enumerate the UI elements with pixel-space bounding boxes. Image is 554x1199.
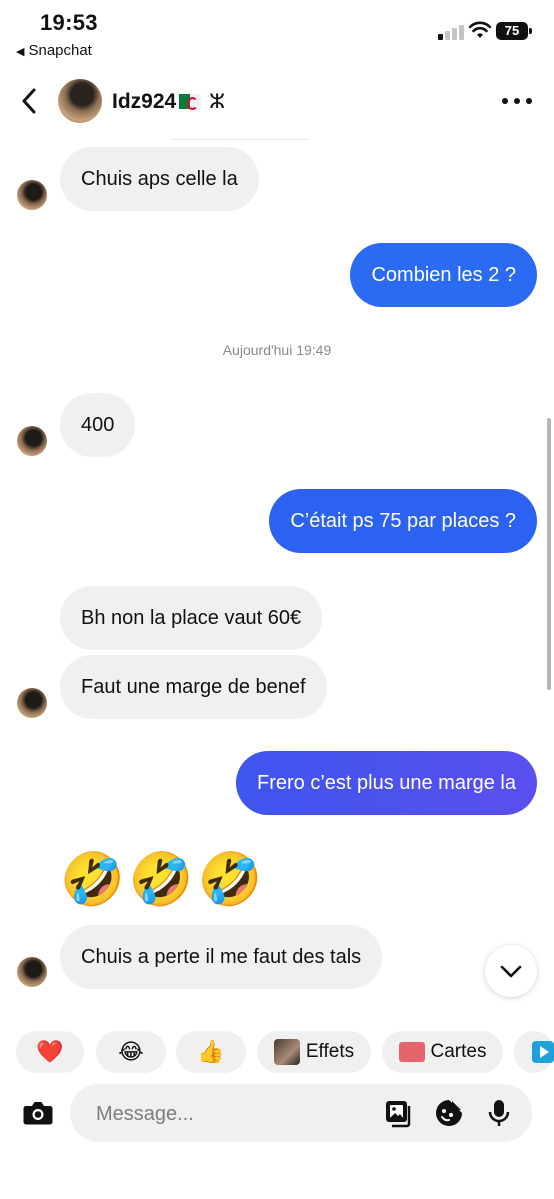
scroll-to-bottom-button[interactable] [485,945,537,997]
signal-icon [438,24,464,40]
reaction-chip-thumbs-up[interactable]: 👍 [176,1031,246,1073]
back-app-label: Snapchat [28,42,92,59]
effects-thumbnail-icon [273,1039,300,1065]
status-time: 19:53 [40,10,98,35]
gallery-icon[interactable] [384,1098,414,1128]
thumbs-up-icon: 👍 [197,1039,225,1064]
chevron-down-icon [500,965,522,978]
sender-avatar[interactable] [17,426,47,456]
algeria-flag-icon [179,94,202,110]
message-received[interactable]: 400 [60,393,136,457]
message-composer[interactable] [70,1084,532,1142]
effects-chip[interactable]: Effets [257,1031,371,1073]
sticker-icon[interactable] [434,1098,464,1128]
sender-avatar[interactable] [17,180,47,210]
back-chevron-icon[interactable] [18,88,42,114]
message-received[interactable]: Bh non la place vaut 60€ [60,586,323,650]
laughing-emoji-icon: 😂 [118,1039,144,1064]
reaction-chip-heart[interactable]: ❤️ [16,1031,84,1073]
camera-icon[interactable] [22,1098,54,1128]
back-triangle-icon: ◀ [16,46,25,58]
back-to-app-link[interactable]: ◀ Snapchat [16,42,92,59]
effects-chip-label: Effets [305,1041,355,1062]
sender-avatar[interactable] [17,688,47,718]
microphone-icon[interactable] [484,1098,514,1128]
emoji-message[interactable]: 🤣🤣🤣 [60,850,266,910]
contact-name-symbol: ⵣ [209,91,225,113]
message-received[interactable]: Faut une marge de benef [60,655,327,719]
chat-timestamp: Aujourd'hui 19:49 [222,342,332,358]
divider [170,139,310,140]
wifi-icon [468,21,492,38]
message-sent[interactable]: Combien les 2 ? [350,243,537,307]
scrollbar[interactable] [547,418,551,690]
heart-icon: ❤️ [36,1039,64,1064]
more-options-icon[interactable] [502,96,532,106]
battery-icon: 75 [496,22,528,40]
contact-name-text: Idz924 [112,90,177,113]
play-icon [532,1041,554,1063]
contact-name[interactable]: Idz924 ⵣ [112,89,225,114]
message-received[interactable]: Chuis a perte il me faut des tals [60,925,383,989]
message-input[interactable] [94,1098,358,1130]
battery-tip [529,28,532,34]
message-sent[interactable]: Frero c’est plus une marge la [235,751,537,815]
message-sent[interactable]: C’était ps 75 par places ? [269,489,537,553]
reaction-chip-laugh[interactable]: 😂 [96,1031,166,1073]
sender-avatar[interactable] [17,957,47,987]
contact-avatar[interactable] [58,79,102,123]
cards-chip-label: Cartes [430,1041,487,1062]
card-icon [398,1042,425,1062]
media-chip[interactable] [514,1031,554,1073]
message-received[interactable]: Chuis aps celle la [60,147,259,211]
cards-chip[interactable]: Cartes [382,1031,503,1073]
